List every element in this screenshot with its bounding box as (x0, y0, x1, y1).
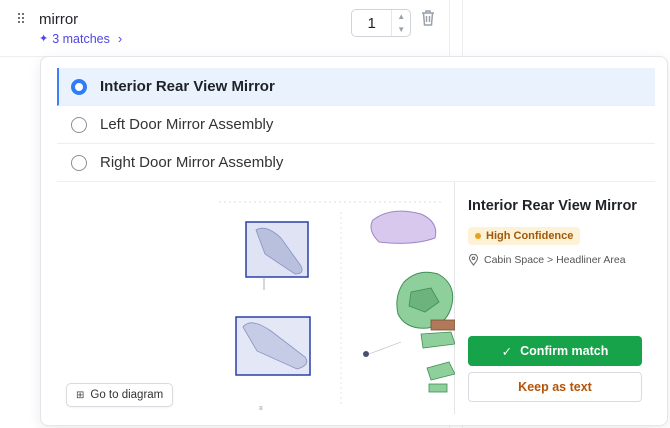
match-options: Interior Rear View Mirror Left Door Mirr… (57, 68, 655, 182)
quantity-stepper[interactable]: 1 ▲ ▼ (351, 9, 411, 37)
decrement-icon[interactable]: ▼ (392, 23, 410, 36)
keep-as-text-button[interactable]: Keep as text (468, 372, 642, 402)
radio-selected-icon[interactable] (71, 78, 87, 95)
option-label: Interior Rear View Mirror (100, 78, 275, 95)
check-icon: ✓ (501, 344, 513, 359)
confidence-badge: High Confidence (468, 227, 581, 245)
location-path: Cabin Space > Headliner Area (468, 254, 644, 266)
match-detail: ≡ ⊞ Go to diagram Interior Rear View Mir… (57, 182, 655, 414)
radio-icon[interactable] (71, 116, 87, 133)
keep-as-text-label: Keep as text (518, 380, 592, 394)
option-right-door-mirror[interactable]: Right Door Mirror Assembly (57, 144, 655, 182)
increment-icon[interactable]: ▲ (392, 10, 410, 23)
location-pin-icon (468, 254, 479, 266)
confidence-label: High Confidence (486, 230, 574, 242)
sparkle-icon: ✦ (39, 33, 49, 45)
drag-handle-icon[interactable] (16, 12, 26, 26)
trash-icon[interactable] (420, 9, 436, 27)
location-label: Cabin Space > Headliner Area (484, 254, 626, 266)
match-popover: Interior Rear View Mirror Left Door Mirr… (40, 56, 668, 426)
confirm-match-label: Confirm match (520, 344, 609, 358)
svg-text:≡: ≡ (259, 406, 263, 412)
option-label: Left Door Mirror Assembly (100, 116, 274, 133)
matches-link[interactable]: ✦ 3 matches › (39, 31, 122, 46)
quantity-value[interactable]: 1 (352, 15, 391, 32)
confidence-dot-icon (475, 233, 481, 239)
grid-icon: ⊞ (76, 389, 85, 401)
confirm-match-button[interactable]: ✓ Confirm match (468, 336, 642, 366)
matches-label: 3 matches (52, 31, 110, 46)
parts-diagram: ≡ ⊞ Go to diagram (57, 182, 455, 414)
chevron-right-icon: › (117, 31, 123, 46)
diagram-illustration: ≡ (219, 201, 455, 412)
go-to-diagram-label: Go to diagram (90, 389, 164, 401)
match-info: Interior Rear View Mirror High Confidenc… (468, 182, 644, 266)
item-name: mirror (39, 11, 79, 28)
match-title: Interior Rear View Mirror (468, 198, 637, 214)
option-left-door-mirror[interactable]: Left Door Mirror Assembly (57, 106, 655, 144)
radio-icon[interactable] (71, 154, 87, 171)
go-to-diagram-button[interactable]: ⊞ Go to diagram (66, 383, 174, 407)
option-label: Right Door Mirror Assembly (100, 154, 284, 171)
option-interior-rear-view-mirror[interactable]: Interior Rear View Mirror (57, 68, 655, 106)
